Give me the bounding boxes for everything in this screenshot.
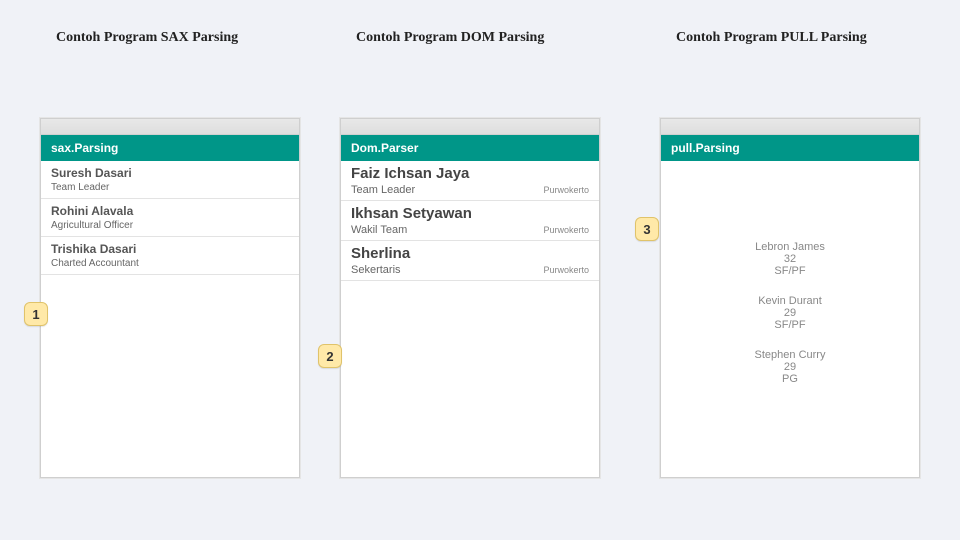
player-name: Lebron James bbox=[661, 241, 919, 253]
player-age: 29 bbox=[661, 307, 919, 319]
person-role: Charted Accountant bbox=[51, 258, 289, 269]
player-age: 29 bbox=[661, 361, 919, 373]
player-position: SF/PF bbox=[661, 265, 919, 277]
person-role: Team Leader bbox=[51, 182, 289, 193]
player-position: SF/PF bbox=[661, 319, 919, 331]
person-name: Sherlina bbox=[351, 245, 589, 262]
player-position: PG bbox=[661, 373, 919, 385]
person-location: Purwokerto bbox=[543, 225, 589, 235]
person-location: Purwokerto bbox=[543, 185, 589, 195]
column-dom: Contoh Program DOM Parsing Dom.Parser Fa… bbox=[340, 30, 620, 478]
list-item: Lebron James 32 SF/PF bbox=[661, 241, 919, 277]
player-age: 32 bbox=[661, 253, 919, 265]
list-item: Rohini Alavala Agricultural Officer bbox=[41, 199, 299, 237]
app-bar-dom: Dom.Parser bbox=[341, 135, 599, 161]
annotation-badge-2: 2 bbox=[318, 344, 342, 368]
pull-list: Lebron James 32 SF/PF Kevin Durant 29 SF… bbox=[661, 161, 919, 477]
list-item: Faiz Ichsan Jaya Team Leader Purwokerto bbox=[341, 161, 599, 201]
title-dom: Contoh Program DOM Parsing bbox=[340, 30, 620, 46]
person-role: Sekertaris bbox=[351, 264, 401, 276]
annotation-badge-1: 1 bbox=[24, 302, 48, 326]
dom-list: Faiz Ichsan Jaya Team Leader Purwokerto … bbox=[341, 161, 599, 477]
status-bar bbox=[661, 119, 919, 135]
person-name: Rohini Alavala bbox=[51, 204, 289, 218]
status-bar bbox=[341, 119, 599, 135]
status-bar bbox=[41, 119, 299, 135]
list-item: Trishika Dasari Charted Accountant bbox=[41, 237, 299, 275]
list-item: Sherlina Sekertaris Purwokerto bbox=[341, 241, 599, 281]
sax-list: Suresh Dasari Team Leader Rohini Alavala… bbox=[41, 161, 299, 477]
person-role: Wakil Team bbox=[351, 224, 407, 236]
list-item: Ikhsan Setyawan Wakil Team Purwokerto bbox=[341, 201, 599, 241]
phone-sax: sax.Parsing Suresh Dasari Team Leader Ro… bbox=[40, 118, 300, 478]
person-name: Faiz Ichsan Jaya bbox=[351, 165, 589, 182]
phone-dom: Dom.Parser Faiz Ichsan Jaya Team Leader … bbox=[340, 118, 600, 478]
phone-pull: pull.Parsing Lebron James 32 SF/PF Kevin… bbox=[660, 118, 920, 478]
app-bar-pull: pull.Parsing bbox=[661, 135, 919, 161]
column-pull: Contoh Program PULL Parsing pull.Parsing… bbox=[660, 30, 940, 478]
title-sax: Contoh Program SAX Parsing bbox=[40, 30, 320, 46]
list-item: Suresh Dasari Team Leader bbox=[41, 161, 299, 199]
person-location: Purwokerto bbox=[543, 265, 589, 275]
app-bar-sax: sax.Parsing bbox=[41, 135, 299, 161]
person-name: Ikhsan Setyawan bbox=[351, 205, 589, 222]
person-role: Agricultural Officer bbox=[51, 220, 289, 231]
person-name: Trishika Dasari bbox=[51, 242, 289, 256]
person-role: Team Leader bbox=[351, 184, 415, 196]
list-item: Stephen Curry 29 PG bbox=[661, 349, 919, 385]
column-sax: Contoh Program SAX Parsing sax.Parsing S… bbox=[40, 30, 320, 478]
title-pull: Contoh Program PULL Parsing bbox=[660, 30, 940, 46]
player-name: Kevin Durant bbox=[661, 295, 919, 307]
list-item: Kevin Durant 29 SF/PF bbox=[661, 295, 919, 331]
annotation-badge-3: 3 bbox=[635, 217, 659, 241]
player-name: Stephen Curry bbox=[661, 349, 919, 361]
person-name: Suresh Dasari bbox=[51, 166, 289, 180]
